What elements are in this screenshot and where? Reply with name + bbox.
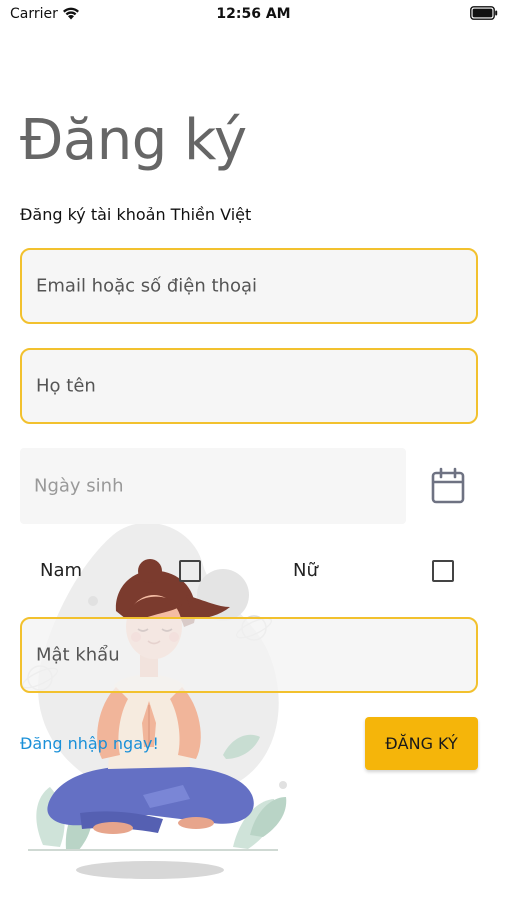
full-name-field[interactable]: Họ tên (20, 348, 478, 424)
register-button-label: ĐĂNG KÝ (385, 734, 458, 753)
birthday-field[interactable]: Ngày sinh (20, 448, 406, 524)
gender-female-checkbox[interactable] (432, 560, 454, 582)
gender-female-label: Nữ (293, 560, 318, 581)
page-subtitle: Đăng ký tài khoản Thiền Việt (20, 205, 252, 224)
full-name-placeholder: Họ tên (36, 375, 96, 397)
email-placeholder: Email hoặc số điện thoại (36, 275, 257, 297)
password-placeholder: Mật khẩu (36, 644, 120, 666)
birthday-placeholder: Ngày sinh (34, 475, 124, 497)
register-button[interactable]: ĐĂNG KÝ (365, 717, 478, 770)
gender-male-checkbox[interactable] (179, 560, 201, 582)
status-bar: Carrier 12:56 AM (0, 0, 507, 30)
calendar-icon[interactable] (430, 467, 466, 505)
page-title: Đăng ký (20, 108, 247, 173)
password-field[interactable]: Mật khẩu (20, 617, 478, 693)
battery-icon (470, 6, 498, 20)
login-now-link[interactable]: Đăng nhập ngay! (20, 734, 159, 753)
gender-male-label: Nam (40, 560, 83, 581)
email-field[interactable]: Email hoặc số điện thoại (20, 248, 478, 324)
status-time: 12:56 AM (216, 6, 291, 22)
